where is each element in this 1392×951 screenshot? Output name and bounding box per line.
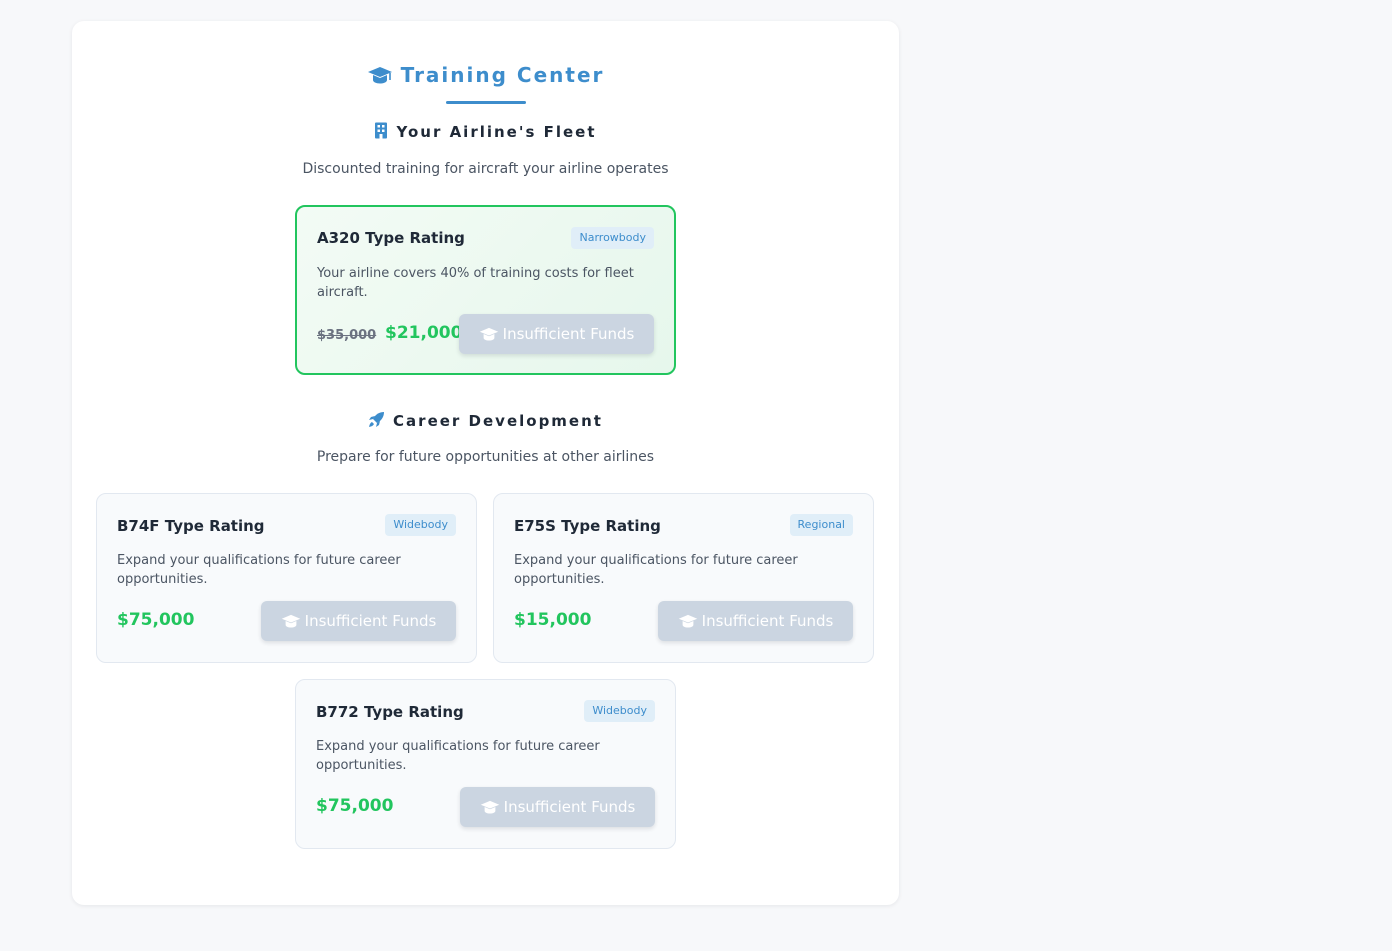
card-title: E75S Type Rating (514, 517, 661, 535)
insufficient-funds-button[interactable]: Insufficient Funds (459, 314, 654, 354)
career-section-subtitle: Prepare for future opportunities at othe… (316, 449, 655, 465)
training-card-b74f: B74F Type Rating Widebody Expand your qu… (96, 493, 477, 663)
page-title: Training Center (72, 63, 899, 87)
fleet-section-heading-text: Your Airline's Fleet (396, 123, 597, 141)
graduation-cap-icon (480, 800, 499, 814)
graduation-cap-icon (367, 67, 392, 84)
button-label: Insufficient Funds (503, 798, 636, 816)
rocket-icon (369, 412, 385, 427)
card-description: Expand your qualifications for future ca… (117, 553, 401, 587)
fleet-section-subtitle: Discounted training for aircraft your ai… (302, 161, 669, 177)
graduation-cap-icon (479, 327, 498, 341)
aircraft-category-badge: Regional (789, 514, 853, 536)
graduation-cap-icon (678, 614, 697, 628)
fleet-section-heading: Your Airline's Fleet (72, 122, 899, 141)
title-underline (446, 101, 526, 104)
training-card-a320: A320 Type Rating Narrowbody Your airline… (295, 205, 676, 375)
card-title: B772 Type Rating (316, 703, 464, 721)
card-title: B74F Type Rating (117, 517, 265, 535)
price: $15,000 (514, 610, 592, 630)
graduation-cap-icon (281, 614, 300, 628)
aircraft-category-badge: Narrowbody (571, 227, 654, 249)
aircraft-category-badge: Widebody (385, 514, 456, 536)
page-title-text: Training Center (400, 63, 605, 87)
card-description: Expand your qualifications for future ca… (316, 739, 600, 773)
button-label: Insufficient Funds (701, 612, 834, 630)
training-card-b772: B772 Type Rating Widebody Expand your qu… (295, 679, 676, 849)
button-label: Insufficient Funds (304, 612, 437, 630)
discounted-price: $21,000 (385, 323, 463, 343)
card-title: A320 Type Rating (317, 229, 465, 247)
button-label: Insufficient Funds (502, 325, 635, 343)
building-icon (375, 122, 388, 139)
insufficient-funds-button[interactable]: Insufficient Funds (658, 601, 853, 641)
original-price: $35,000 (317, 328, 377, 343)
training-center-panel: Training Center Your Airline's Fleet Dis… (72, 21, 899, 905)
training-card-e75s: E75S Type Rating Regional Expand your qu… (493, 493, 874, 663)
price: $75,000 (117, 610, 195, 630)
career-section-heading: Career Development (72, 411, 899, 430)
card-description: Expand your qualifications for future ca… (514, 553, 798, 587)
insufficient-funds-button[interactable]: Insufficient Funds (261, 601, 456, 641)
card-description: Your airline covers 40% of training cost… (317, 266, 634, 300)
career-section-heading-text: Career Development (393, 412, 603, 430)
price: $75,000 (316, 796, 394, 816)
aircraft-category-badge: Widebody (584, 700, 655, 722)
insufficient-funds-button[interactable]: Insufficient Funds (460, 787, 655, 827)
